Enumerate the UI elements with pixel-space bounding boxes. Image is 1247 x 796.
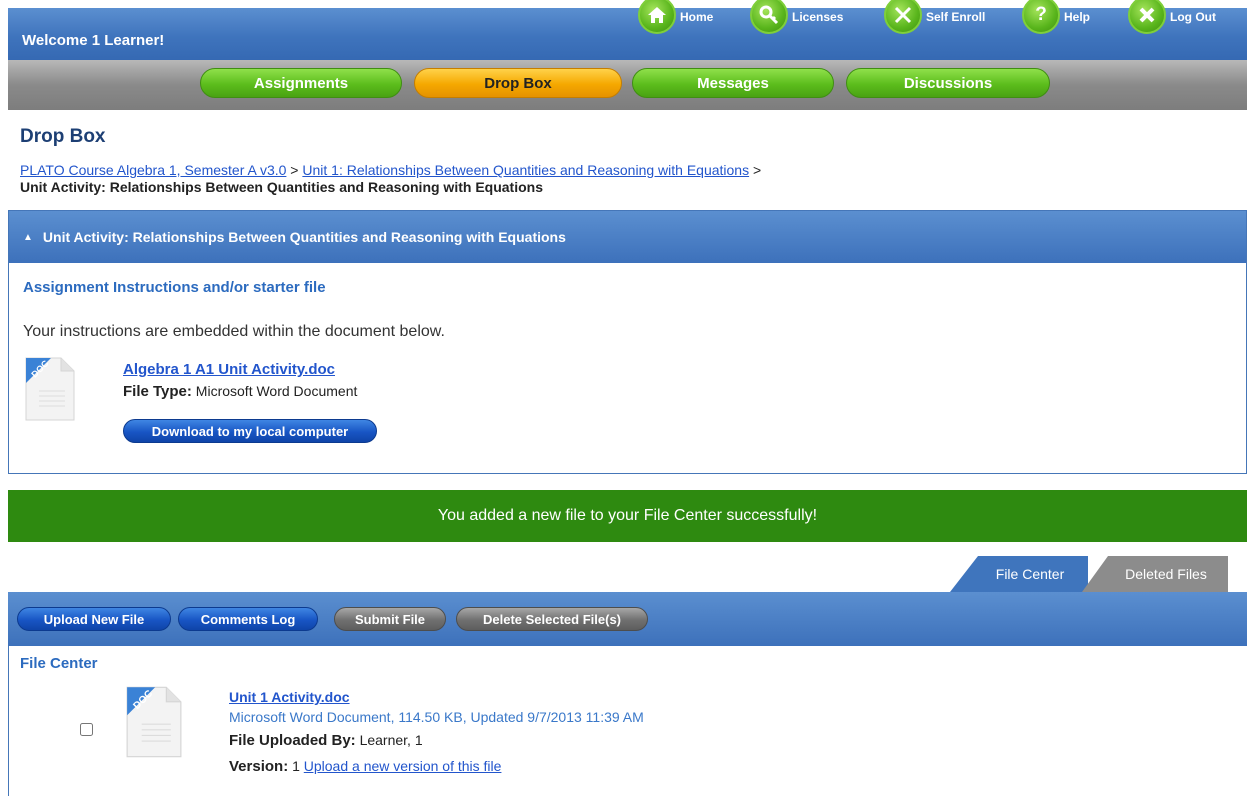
nav-log-out[interactable]: Log Out bbox=[1128, 0, 1216, 34]
page-title: Drop Box bbox=[20, 126, 106, 147]
nav-log-out-label: Log Out bbox=[1170, 10, 1216, 24]
word-document-icon: DOC bbox=[126, 686, 182, 758]
tab-drop-box[interactable]: Drop Box bbox=[414, 68, 622, 98]
breadcrumb-separator: > bbox=[752, 162, 762, 178]
tab-discussions[interactable]: Discussions bbox=[846, 68, 1050, 98]
file-type-value: Microsoft Word Document bbox=[195, 383, 358, 399]
tab-file-center[interactable]: File Center bbox=[950, 556, 1088, 592]
uploaded-by-value: Learner, 1 bbox=[359, 732, 423, 748]
key-icon bbox=[750, 0, 788, 34]
nav-self-enroll-label: Self Enroll bbox=[926, 10, 986, 24]
instructions-text: Your instructions are embedded within th… bbox=[23, 323, 445, 340]
breadcrumb-unit-link[interactable]: Unit 1: Relationships Between Quantities… bbox=[302, 162, 749, 178]
download-button[interactable]: Download to my local computer bbox=[123, 419, 377, 443]
tab-deleted-files[interactable]: Deleted Files bbox=[1082, 556, 1228, 592]
starter-file-type: File Type: Microsoft Word Document bbox=[123, 383, 357, 400]
tab-assignments[interactable]: Assignments bbox=[200, 68, 402, 98]
tab-messages[interactable]: Messages bbox=[632, 68, 834, 98]
nav-licenses-label: Licenses bbox=[792, 10, 844, 24]
file-type-label: File Type: bbox=[123, 383, 192, 400]
submit-file-button[interactable]: Submit File bbox=[334, 607, 446, 631]
nav-licenses[interactable]: Licenses bbox=[750, 0, 843, 34]
breadcrumb-separator: > bbox=[290, 162, 299, 178]
file-meta: Microsoft Word Document, 114.50 KB, Upda… bbox=[229, 709, 644, 725]
help-icon: ? bbox=[1022, 0, 1060, 34]
word-document-icon: DOC bbox=[25, 357, 75, 421]
home-icon bbox=[638, 0, 676, 34]
breadcrumb-course-link[interactable]: PLATO Course Algebra 1, Semester A v3.0 bbox=[20, 162, 286, 178]
starter-file-link[interactable]: Algebra 1 A1 Unit Activity.doc bbox=[123, 361, 335, 378]
collapse-caret-icon[interactable]: ▲ bbox=[23, 232, 33, 243]
primary-tab-bar: Assignments Drop Box Messages Discussion… bbox=[8, 60, 1247, 110]
file-name-link[interactable]: Unit 1 Activity.doc bbox=[229, 689, 350, 705]
activity-panel-title: Unit Activity: Relationships Between Qua… bbox=[42, 229, 566, 245]
nav-help[interactable]: ? Help bbox=[1022, 0, 1090, 34]
file-center-toolbar: Upload New File Comments Log Submit File… bbox=[8, 592, 1247, 646]
version-label: Version: bbox=[229, 758, 289, 775]
delete-selected-files-button[interactable]: Delete Selected File(s) bbox=[456, 607, 648, 631]
instructions-title: Assignment Instructions and/or starter f… bbox=[23, 279, 326, 296]
activity-panel: ▲ Unit Activity: Relationships Between Q… bbox=[8, 210, 1247, 474]
activity-panel-header[interactable]: ▲ Unit Activity: Relationships Between Q… bbox=[9, 211, 1246, 263]
file-uploader: File Uploaded By: Learner, 1 bbox=[229, 732, 423, 749]
comments-log-button[interactable]: Comments Log bbox=[178, 607, 318, 631]
version-value: 1 bbox=[292, 758, 300, 774]
breadcrumb-current: Unit Activity: Relationships Between Qua… bbox=[20, 179, 543, 195]
upload-new-version-link[interactable]: Upload a new version of this file bbox=[304, 758, 502, 774]
uploaded-by-label: File Uploaded By: bbox=[229, 732, 356, 749]
file-select-checkbox[interactable] bbox=[80, 723, 93, 736]
breadcrumb: PLATO Course Algebra 1, Semester A v3.0 … bbox=[20, 162, 761, 196]
welcome-text: Welcome 1 Learner! bbox=[22, 32, 165, 49]
nav-home[interactable]: Home bbox=[638, 0, 713, 34]
nav-self-enroll[interactable]: Self Enroll bbox=[884, 0, 985, 34]
success-banner: You added a new file to your File Center… bbox=[8, 490, 1247, 542]
file-center-title: File Center bbox=[20, 655, 98, 672]
tools-icon bbox=[884, 0, 922, 34]
logout-icon bbox=[1128, 0, 1166, 34]
file-version: Version: 1 Upload a new version of this … bbox=[229, 758, 501, 775]
file-center-border bbox=[8, 646, 9, 796]
upload-new-file-button[interactable]: Upload New File bbox=[17, 607, 171, 631]
nav-home-label: Home bbox=[680, 10, 714, 24]
nav-help-label: Help bbox=[1064, 10, 1091, 24]
